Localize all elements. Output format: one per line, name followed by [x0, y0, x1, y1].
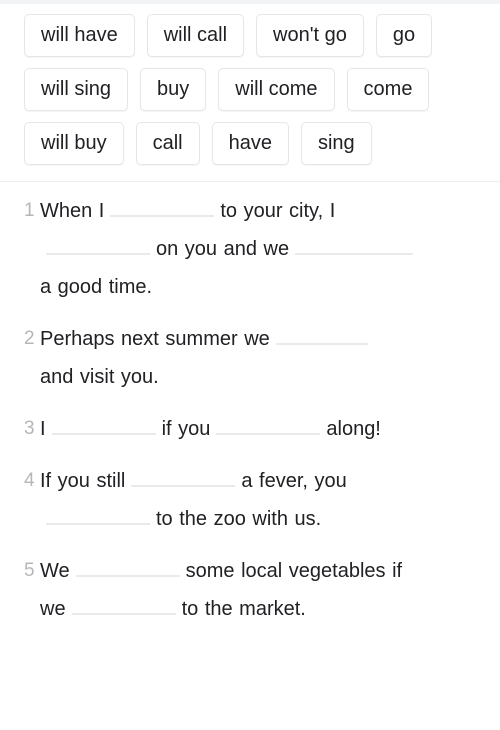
answer-blank[interactable] — [46, 235, 150, 255]
item-number: 2 — [24, 328, 35, 349]
sentence-text: to the market. — [181, 598, 306, 620]
exercise-item: 3 Iif you along! — [14, 410, 486, 448]
word-chip[interactable]: will come — [218, 68, 335, 111]
answer-blank[interactable] — [275, 325, 368, 345]
word-chip[interactable]: will buy — [24, 122, 124, 165]
sentence-text: I — [40, 418, 46, 440]
answer-blank[interactable] — [71, 595, 176, 615]
item-sentence: Iif you along! — [40, 410, 486, 448]
sentence-text: If you still — [40, 470, 126, 492]
exercise-item: 4 If you still a fever, you to the zoo with… — [14, 462, 486, 538]
answer-blank[interactable] — [110, 197, 215, 217]
sentence-text: to your city, I — [220, 200, 336, 222]
sentence-text: on you and we — [156, 238, 290, 260]
word-chip[interactable]: go — [375, 14, 433, 57]
word-chip[interactable]: won't go — [256, 14, 364, 57]
item-sentence: If you still a fever, you to the zoo with … — [40, 462, 486, 538]
answer-blank[interactable] — [75, 557, 180, 577]
sentence-text: When I — [40, 200, 105, 222]
word-chip[interactable]: will call — [146, 14, 245, 57]
word-bank: will have will call won't go go will sing buy… — [0, 0, 500, 173]
answer-blank[interactable] — [295, 235, 414, 255]
item-sentence: When I to your city, I on you and we a good… — [40, 192, 486, 306]
sentence-text: We — [40, 560, 70, 582]
top-edge-strip — [0, 0, 500, 4]
sentence-text: a good time. — [40, 276, 153, 298]
item-number: 3 — [24, 418, 35, 439]
word-chip[interactable]: will have — [24, 14, 135, 57]
sentence-text: along! — [326, 418, 381, 440]
item-number: 4 — [24, 470, 35, 491]
sentence-text: to the zoo with us. — [156, 508, 322, 530]
word-chip[interactable]: have — [211, 122, 289, 165]
item-sentence: We some local vegetables if we to the marke… — [40, 552, 486, 628]
exercise-item: 5 We some local vegetables if we to the mark… — [14, 552, 486, 628]
answer-blank[interactable] — [46, 505, 150, 525]
item-number: 5 — [24, 560, 35, 581]
sentence-text: some local vegetables if — [185, 560, 403, 582]
exercise-list: 1 When I to your city, I on you and we a goo… — [0, 182, 500, 628]
sentence-text: if you — [161, 418, 211, 440]
sentence-text: Perhaps next summer we — [40, 328, 270, 350]
answer-blank[interactable] — [51, 415, 156, 435]
exercise-item: 2 Perhaps next summer we and visit you. — [14, 320, 486, 396]
item-sentence: Perhaps next summer we and visit you. — [40, 320, 486, 396]
answer-blank[interactable] — [131, 467, 236, 487]
word-chip[interactable]: sing — [300, 122, 372, 165]
item-number: 1 — [24, 200, 35, 221]
word-chip[interactable]: will sing — [24, 68, 129, 111]
word-chip[interactable]: call — [135, 122, 200, 165]
word-chip[interactable]: buy — [140, 68, 207, 111]
exercise-item: 1 When I to your city, I on you and we a goo… — [14, 192, 486, 306]
word-chip[interactable]: come — [346, 68, 430, 111]
answer-blank[interactable] — [216, 415, 321, 435]
sentence-text: we — [40, 598, 66, 620]
sentence-text: a fever, you — [241, 470, 347, 492]
sentence-text: and visit you. — [40, 366, 159, 388]
